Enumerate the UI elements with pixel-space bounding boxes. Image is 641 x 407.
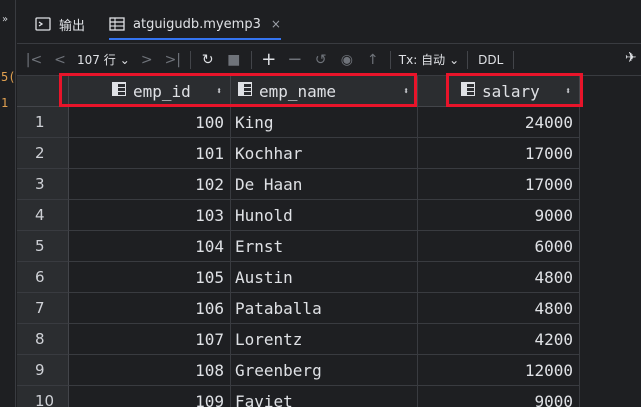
chevron-down-icon: ⌄ xyxy=(449,52,460,67)
row-number[interactable]: 8 xyxy=(17,324,69,355)
left-gutter: » 5( 1 xyxy=(0,0,16,407)
cell-emp-name[interactable]: Ernst xyxy=(231,231,418,262)
cell-emp-id[interactable]: 100 xyxy=(69,107,231,138)
row-number[interactable]: 6 xyxy=(17,262,69,293)
row-number[interactable]: 1 xyxy=(17,107,69,138)
cell-emp-name[interactable]: De Haan xyxy=(231,169,418,200)
cell-emp-name[interactable]: Lorentz xyxy=(231,324,418,355)
cell-salary[interactable]: 4800 xyxy=(418,293,580,324)
cell-emp-name[interactable]: Kochhar xyxy=(231,138,418,169)
gutter-line-number: 5( xyxy=(1,70,16,84)
cell-salary[interactable]: 12000 xyxy=(418,355,580,386)
ddl-button[interactable]: DDL xyxy=(472,53,509,67)
refresh-icon[interactable]: ↻ xyxy=(195,47,221,73)
transaction-mode-dropdown[interactable]: Tx: 自动 ⌄ xyxy=(395,51,463,68)
cell-salary[interactable]: 6000 xyxy=(418,231,580,262)
table-icon xyxy=(109,17,125,31)
row-number[interactable]: 5 xyxy=(17,231,69,262)
cell-salary[interactable]: 4200 xyxy=(418,324,580,355)
cell-emp-id[interactable]: 108 xyxy=(69,355,231,386)
cell-emp-name[interactable]: Greenberg xyxy=(231,355,418,386)
cell-salary[interactable]: 17000 xyxy=(418,138,580,169)
rows-count-dropdown[interactable]: 107 行 ⌄ xyxy=(73,51,134,68)
highlight-box xyxy=(446,73,583,107)
row-number[interactable]: 7 xyxy=(17,293,69,324)
tab-label: 输出 xyxy=(59,18,86,34)
toolbar-divider xyxy=(389,50,391,69)
row-number[interactable]: 9 xyxy=(17,355,69,386)
cell-emp-id[interactable]: 106 xyxy=(69,293,231,324)
row-number[interactable]: 10 xyxy=(17,386,69,407)
toolbar-divider xyxy=(250,50,252,69)
database-console-window: » 5( 1 输出 atguigudb.myemp3 × |< < 107 行 … xyxy=(0,0,641,407)
tab-label: atguigudb.myemp3 xyxy=(133,16,261,32)
cell-salary[interactable]: 17000 xyxy=(418,169,580,200)
result-toolbar: |< < 107 行 ⌄ > >| ↻ ■ + − ↺ ◉ ↑ Tx: 自动 ⌄… xyxy=(17,44,641,76)
cell-emp-id[interactable]: 107 xyxy=(69,324,231,355)
cell-emp-name[interactable]: Hunold xyxy=(231,200,418,231)
rows-count-label: 107 行 xyxy=(77,53,116,67)
tab-bar: 输出 atguigudb.myemp3 × xyxy=(17,0,641,44)
preview-icon[interactable]: ◉ xyxy=(334,47,360,73)
cell-salary[interactable]: 24000 xyxy=(418,107,580,138)
stop-icon[interactable]: ■ xyxy=(221,47,247,73)
row-number[interactable]: 3 xyxy=(17,169,69,200)
cell-emp-id[interactable]: 101 xyxy=(69,138,231,169)
cell-emp-name[interactable]: King xyxy=(231,107,418,138)
cell-emp-id[interactable]: 102 xyxy=(69,169,231,200)
transaction-mode-label: Tx: 自动 xyxy=(398,53,446,67)
revert-icon[interactable]: ↺ xyxy=(308,47,334,73)
cell-emp-name[interactable]: Austin xyxy=(231,262,418,293)
first-page-icon[interactable]: |< xyxy=(21,47,47,73)
expand-chevron-icon[interactable]: » xyxy=(2,14,8,25)
cell-emp-id[interactable]: 105 xyxy=(69,262,231,293)
delete-row-icon[interactable]: − xyxy=(282,47,308,73)
submit-icon[interactable]: ↑ xyxy=(360,47,386,73)
close-icon[interactable]: × xyxy=(271,17,281,31)
toolbar-divider xyxy=(467,50,469,69)
row-number[interactable]: 4 xyxy=(17,200,69,231)
output-icon xyxy=(35,17,51,31)
last-page-icon[interactable]: >| xyxy=(160,47,186,73)
cell-salary[interactable]: 9000 xyxy=(418,200,580,231)
add-row-icon[interactable]: + xyxy=(256,47,282,73)
cell-emp-id[interactable]: 109 xyxy=(69,386,231,407)
tab-output[interactable]: 输出 xyxy=(35,10,85,38)
toolbar-divider xyxy=(189,50,191,69)
pin-icon[interactable]: ✈ xyxy=(625,50,637,66)
prev-page-icon[interactable]: < xyxy=(47,47,73,73)
toolbar-divider xyxy=(513,50,515,69)
cell-emp-name[interactable]: Faviet xyxy=(231,386,418,407)
tab-table[interactable]: atguigudb.myemp3 × xyxy=(109,10,281,40)
next-page-icon[interactable]: > xyxy=(134,47,160,73)
gutter-line-number: 1 xyxy=(1,96,9,110)
cell-salary[interactable]: 9000 xyxy=(418,386,580,407)
highlight-box xyxy=(59,73,417,107)
chevron-down-icon: ⌄ xyxy=(119,52,130,67)
cell-emp-id[interactable]: 104 xyxy=(69,231,231,262)
row-number[interactable]: 2 xyxy=(17,138,69,169)
cell-emp-id[interactable]: 103 xyxy=(69,200,231,231)
cell-emp-name[interactable]: Pataballa xyxy=(231,293,418,324)
cell-salary[interactable]: 4800 xyxy=(418,262,580,293)
